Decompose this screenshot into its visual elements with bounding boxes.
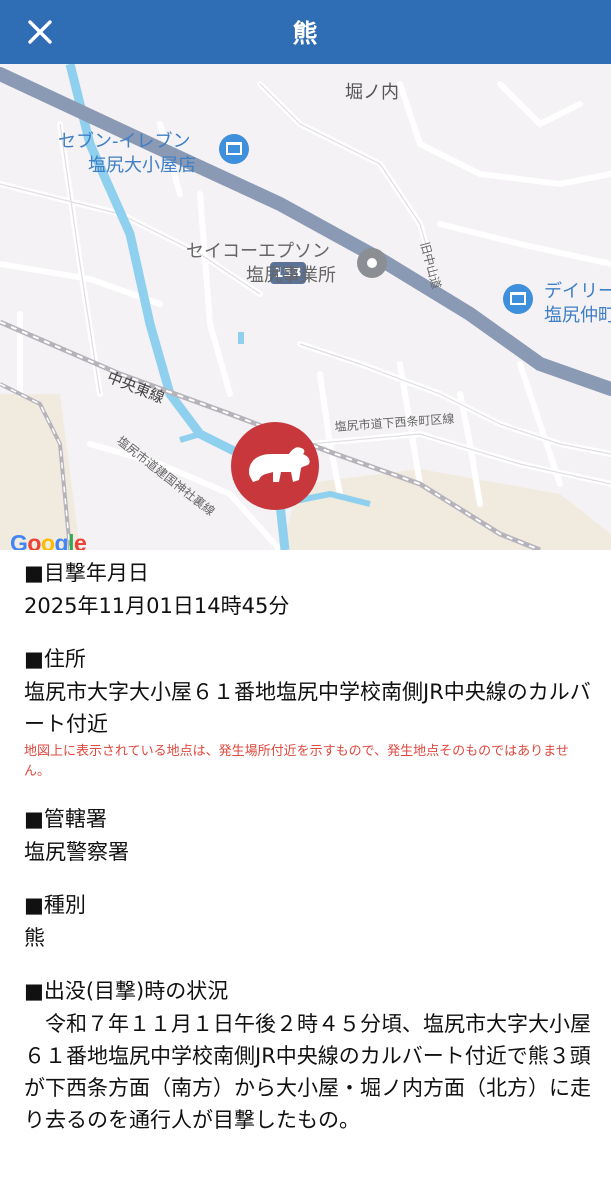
- station-heading: ■管轄署: [24, 807, 107, 831]
- poi-branch: 塩尻大小屋店: [88, 155, 196, 176]
- poi-branch: 塩尻仲町: [544, 305, 611, 326]
- page-title: 熊: [292, 19, 319, 48]
- google-letter: o: [40, 530, 55, 550]
- map-view[interactable]: 堀ノ内 セブン-イレブン 塩尻大小屋店 153 セイコーエプソン 塩尻事業所 旧…: [0, 64, 611, 550]
- google-letter: e: [73, 530, 87, 550]
- date-section: ■目撃年月日 2025年11月01日14時45分: [24, 558, 594, 622]
- top-bar: 熊: [0, 0, 611, 64]
- map-label-daily: デイリー 塩尻仲町: [544, 280, 611, 328]
- poi-name: セブン-イレブン: [58, 131, 191, 152]
- map-label-seven-eleven: セブン-イレブン 塩尻大小屋店: [58, 130, 196, 178]
- address-heading: ■住所: [24, 647, 86, 671]
- poi-name: デイリー: [544, 281, 611, 302]
- google-letter: g: [54, 530, 69, 550]
- google-letter: G: [10, 530, 28, 550]
- google-letter: o: [27, 530, 41, 550]
- store-icon[interactable]: [503, 284, 533, 314]
- incident-details: ■目撃年月日 2025年11月01日14時45分 ■住所 塩尻市大字大小屋６１番…: [24, 558, 594, 1150]
- situation-heading: ■出没(目撃)時の状況: [24, 979, 229, 1003]
- map-label-horinouchi: 堀ノ内: [345, 82, 399, 103]
- close-icon[interactable]: [22, 14, 58, 50]
- address-value: 塩尻市大字大小屋６１番地塩尻中学校南側JR中央線のカルバート付近: [24, 680, 591, 736]
- situation-section: ■出没(目撃)時の状況 令和７年１１月１日午後２時４５分頃、塩尻市大字大小屋６１…: [24, 976, 594, 1136]
- date-value: 2025年11月01日14時45分: [24, 594, 290, 618]
- google-logo: Google: [10, 530, 87, 550]
- date-heading: ■目撃年月日: [24, 561, 149, 585]
- poi-branch: 塩尻事業所: [246, 265, 336, 286]
- type-heading: ■種別: [24, 893, 86, 917]
- type-value: 熊: [24, 926, 45, 950]
- place-pin-icon[interactable]: [357, 248, 387, 278]
- map-label-seiko-epson: セイコーエプソン 塩尻事業所: [186, 240, 336, 288]
- type-section: ■種別 熊: [24, 890, 594, 954]
- situation-value: 令和７年１１月１日午後２時４５分頃、塩尻市大字大小屋６１番地塩尻中学校南側JR中…: [24, 1012, 591, 1132]
- bear-icon: [249, 447, 310, 482]
- station-value: 塩尻警察署: [24, 840, 129, 864]
- station-section: ■管轄署 塩尻警察署: [24, 804, 594, 868]
- store-icon[interactable]: [219, 134, 249, 164]
- poi-name: セイコーエプソン: [186, 241, 330, 262]
- address-section: ■住所 塩尻市大字大小屋６１番地塩尻中学校南側JR中央線のカルバート付近 地図上…: [24, 644, 594, 782]
- bear-marker[interactable]: [231, 422, 319, 510]
- address-note: 地図上に表示されている地点は、発生場所付近を示すもので、発生地点そのものではあり…: [24, 744, 569, 779]
